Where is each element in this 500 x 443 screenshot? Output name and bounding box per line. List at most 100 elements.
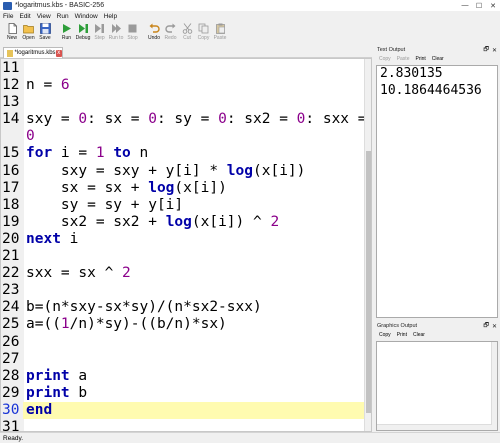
- code-text[interactable]: sx = sx + log(x[i]): [26, 180, 227, 197]
- code-line[interactable]: 28 print a: [1, 368, 367, 385]
- open-folder-icon: [23, 25, 34, 34]
- menu-help[interactable]: Help: [104, 13, 117, 20]
- code-text[interactable]: sy = sy + y[i]: [26, 197, 183, 214]
- copy-button[interactable]: Copy: [196, 23, 212, 41]
- code-text[interactable]: sxy = 0: sx = 0: sy = 0: sx2 = 0: sxx =: [26, 111, 367, 128]
- code-line[interactable]: 19 sx2 = sx2 + log(x[i]) ^ 2: [1, 214, 367, 231]
- line-number: 26: [2, 333, 20, 350]
- code-text[interactable]: next i: [26, 231, 78, 248]
- step-button[interactable]: Step: [92, 23, 108, 41]
- menu-run[interactable]: Run: [57, 13, 69, 20]
- code-text[interactable]: end: [26, 402, 52, 419]
- code-line[interactable]: 20 next i: [1, 231, 367, 248]
- new-button[interactable]: New: [4, 23, 20, 41]
- code-line[interactable]: 11: [1, 60, 367, 77]
- code-line[interactable]: 14 sxy = 0: sx = 0: sy = 0: sx2 = 0: sxx …: [1, 111, 367, 128]
- code-line[interactable]: 18 sy = sy + y[i]: [1, 197, 367, 214]
- menu-bar: File Edit View Run Window Help: [0, 11, 500, 21]
- code-line[interactable]: 26: [1, 334, 367, 351]
- window-title: *logaritmus.kbs - BASIC-256: [15, 2, 105, 9]
- graphics-output-print[interactable]: Print: [397, 332, 407, 338]
- paste-button[interactable]: Paste: [212, 23, 228, 41]
- redo-button[interactable]: Redo: [163, 23, 179, 41]
- text-output-clear[interactable]: Clear: [432, 56, 444, 62]
- graphics-output-title: Graphics Output: [377, 323, 418, 329]
- maximize-button[interactable]: ☐: [472, 0, 486, 11]
- text-output-area[interactable]: 2.830135 10.1864464536: [376, 65, 498, 318]
- graphics-output-clear[interactable]: Clear: [413, 332, 425, 338]
- line-number: 22: [2, 265, 20, 282]
- float-panel-icon[interactable]: 🗗: [483, 45, 489, 55]
- tab-logaritmus[interactable]: *logaritmus.kbs x: [3, 47, 63, 58]
- close-panel-icon[interactable]: ✕: [492, 323, 497, 330]
- text-output-print[interactable]: Print: [415, 56, 425, 62]
- code-line[interactable]: 13: [1, 94, 367, 111]
- output-line: 10.1864464536: [380, 82, 482, 98]
- code-text[interactable]: sx2 = sx2 + log(x[i]) ^ 2: [26, 214, 279, 231]
- debug-button[interactable]: Debug: [75, 23, 91, 41]
- code-text[interactable]: a=((1/n)*sy)-((b/n)*sx): [26, 316, 227, 333]
- code-line[interactable]: 16 sxy = sxy + y[i] * log(x[i]): [1, 163, 367, 180]
- code-line[interactable]: 17 sx = sx + log(x[i]): [1, 180, 367, 197]
- close-window-button[interactable]: ✕: [486, 0, 500, 11]
- code-line[interactable]: 24 b=(n*sxy-sx*sy)/(n*sx2-sxx): [1, 299, 367, 316]
- line-number: 13: [2, 94, 20, 111]
- line-number: 23: [2, 282, 20, 299]
- code-text[interactable]: n = 6: [26, 77, 70, 94]
- editor-vertical-scrollbar[interactable]: [364, 59, 371, 431]
- code-line[interactable]: 12 n = 6: [1, 77, 367, 94]
- graphics-horizontal-scrollbar[interactable]: [377, 424, 492, 430]
- editor-scroll-thumb[interactable]: [366, 151, 371, 413]
- copy-icon: [198, 23, 209, 34]
- graphics-output-copy[interactable]: Copy: [379, 332, 391, 338]
- code-line[interactable]: 22 sxx = sx ^ 2: [1, 265, 367, 282]
- code-text[interactable]: print a: [26, 368, 87, 385]
- line-number: 25: [2, 316, 20, 333]
- run-to-button[interactable]: Run to: [108, 23, 124, 41]
- code-line[interactable]: 21: [1, 248, 367, 265]
- cut-button[interactable]: Cut: [179, 23, 195, 41]
- undo-button[interactable]: Undo: [146, 23, 162, 41]
- code-line[interactable]: 31: [1, 419, 367, 431]
- code-text[interactable]: b=(n*sxy-sx*sy)/(n*sx2-sxx): [26, 299, 262, 316]
- line-number: 30: [1, 401, 23, 419]
- code-line[interactable]: 23: [1, 282, 367, 299]
- code-line[interactable]: 25 a=((1/n)*sy)-((b/n)*sx): [1, 316, 367, 333]
- code-line[interactable]: 30 end: [1, 401, 367, 419]
- code-line[interactable]: 15 for i = 1 to n: [1, 145, 367, 162]
- menu-file[interactable]: File: [3, 13, 13, 20]
- graphics-vertical-scrollbar[interactable]: [491, 342, 497, 430]
- code-area[interactable]: 11 12 n = 6 13 14 sxy = 0: sx = 0: sy = 0: sx…: [1, 60, 367, 431]
- text-output-copy[interactable]: Copy: [379, 56, 391, 62]
- code-text[interactable]: 0: [26, 128, 35, 145]
- menu-view[interactable]: View: [37, 13, 51, 20]
- tab-close-icon[interactable]: x: [55, 49, 62, 57]
- run-icon: [63, 24, 71, 33]
- code-line[interactable]: 27: [1, 351, 367, 368]
- line-number: 19: [2, 213, 20, 230]
- run-button[interactable]: Run: [59, 23, 75, 41]
- menu-edit[interactable]: Edit: [19, 13, 30, 20]
- toolbar: New Open Save Run Debug Step Run to Stop…: [0, 21, 500, 46]
- code-text[interactable]: sxy = sxy + y[i] * log(x[i]): [26, 163, 305, 180]
- float-panel-icon[interactable]: 🗗: [483, 321, 489, 331]
- title-bar: *logaritmus.kbs - BASIC-256 — ☐ ✕: [0, 0, 500, 11]
- menu-window[interactable]: Window: [75, 13, 98, 20]
- line-number: 11: [2, 60, 20, 76]
- code-text[interactable]: print b: [26, 385, 87, 402]
- stop-button[interactable]: Stop: [125, 23, 141, 41]
- status-bar: Ready.: [0, 432, 500, 443]
- code-text[interactable]: for i = 1 to n: [26, 145, 148, 162]
- code-line[interactable]: 0: [1, 128, 367, 145]
- code-text[interactable]: sxx = sx ^ 2: [26, 265, 131, 282]
- minimize-button[interactable]: —: [458, 0, 472, 11]
- code-editor[interactable]: 11 12 n = 6 13 14 sxy = 0: sx = 0: sy = 0: sx…: [0, 58, 372, 432]
- open-button[interactable]: Open: [21, 23, 37, 41]
- code-line[interactable]: 29 print b: [1, 385, 367, 402]
- save-button[interactable]: Save: [37, 23, 53, 41]
- graphics-canvas[interactable]: [376, 341, 498, 431]
- line-number: 29: [2, 384, 20, 401]
- close-panel-icon[interactable]: ✕: [492, 47, 497, 54]
- text-output-paste[interactable]: Paste: [397, 56, 410, 62]
- line-number: 21: [2, 248, 20, 265]
